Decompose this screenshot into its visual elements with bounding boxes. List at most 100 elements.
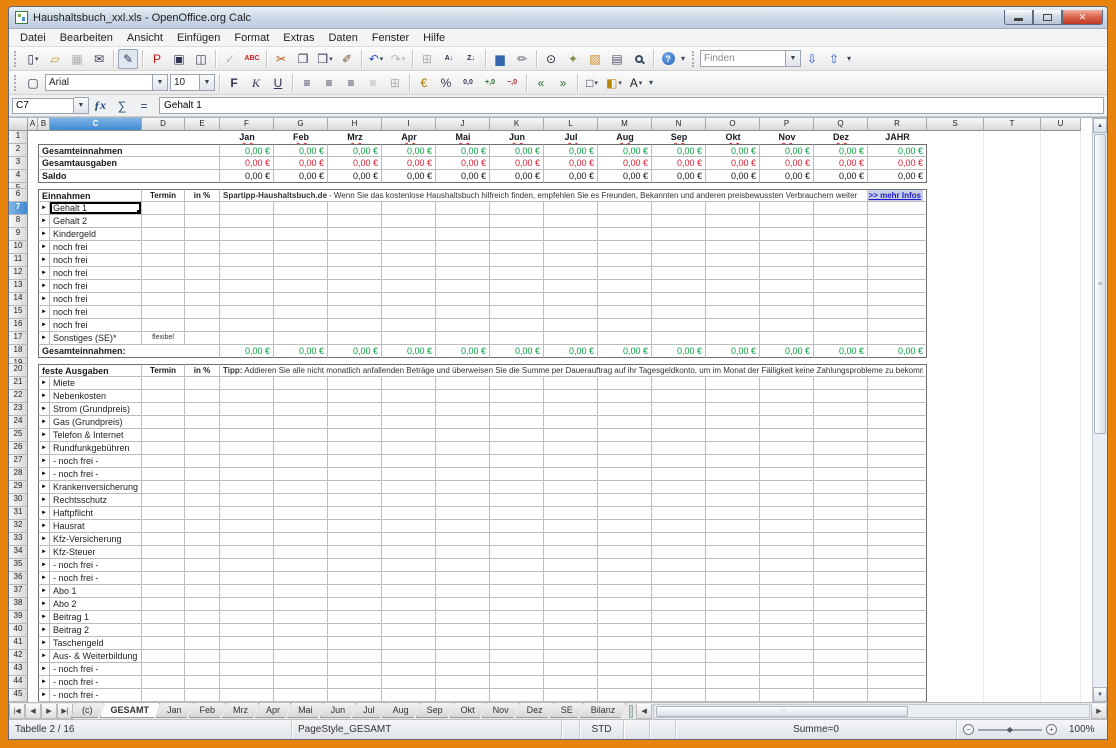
- row-header-30[interactable]: 30: [9, 494, 28, 507]
- cell-P4[interactable]: 0,00 €: [760, 170, 814, 183]
- cell-B45[interactable]: ►: [38, 689, 50, 702]
- cell-J38[interactable]: [436, 598, 490, 611]
- menu-item-datei[interactable]: Datei: [13, 30, 53, 46]
- cell-B13[interactable]: ►: [38, 280, 50, 293]
- cell-T30[interactable]: [984, 494, 1041, 507]
- cell-S18[interactable]: [927, 345, 984, 358]
- cell-G2[interactable]: 0,00 €: [274, 144, 328, 157]
- cell-D23[interactable]: [142, 403, 185, 416]
- cell-G33[interactable]: [274, 533, 328, 546]
- cell-K17[interactable]: [490, 332, 544, 345]
- row-header-15[interactable]: 15: [9, 306, 28, 319]
- cell-G18[interactable]: 0,00 €: [274, 345, 328, 358]
- cell-L30[interactable]: [544, 494, 598, 507]
- cell-O38[interactable]: [706, 598, 760, 611]
- cell-Q35[interactable]: [814, 559, 868, 572]
- cell-P21[interactable]: [760, 377, 814, 390]
- cell-S39[interactable]: [927, 611, 984, 624]
- cell-R32[interactable]: [868, 520, 927, 533]
- cell-F32[interactable]: [220, 520, 274, 533]
- cell-C15[interactable]: noch frei: [50, 306, 142, 319]
- cell-R28[interactable]: [868, 468, 927, 481]
- cell-A4[interactable]: [28, 170, 38, 183]
- cell-O30[interactable]: [706, 494, 760, 507]
- align-left-icon[interactable]: ≡: [297, 73, 317, 93]
- toolbar-options-icon[interactable]: ▾: [681, 57, 685, 61]
- cell-S7[interactable]: [927, 202, 984, 215]
- cell-C29[interactable]: Krankenversicherung: [50, 481, 142, 494]
- cell-D13[interactable]: [142, 280, 185, 293]
- cell-C26[interactable]: Rundfunkgebühren: [50, 442, 142, 455]
- cell-T23[interactable]: [984, 403, 1041, 416]
- cell-M3[interactable]: 0,00 €: [598, 157, 652, 170]
- cell-R23[interactable]: [868, 403, 927, 416]
- zoom-out-icon[interactable]: −: [963, 724, 974, 735]
- cell-P23[interactable]: [760, 403, 814, 416]
- cell-A38[interactable]: [28, 598, 38, 611]
- cell-A11[interactable]: [28, 254, 38, 267]
- cell-N38[interactable]: [652, 598, 706, 611]
- cell-U30[interactable]: [1041, 494, 1081, 507]
- cell-U35[interactable]: [1041, 559, 1081, 572]
- cell-U44[interactable]: [1041, 676, 1081, 689]
- row-header-11[interactable]: 11: [9, 254, 28, 267]
- cell-Q24[interactable]: [814, 416, 868, 429]
- cell-F2[interactable]: 0,00 €: [220, 144, 274, 157]
- cell-B1[interactable]: [38, 131, 50, 144]
- cell-M35[interactable]: [598, 559, 652, 572]
- hscroll-left-icon[interactable]: ◀: [636, 704, 652, 719]
- cell-Q25[interactable]: [814, 429, 868, 442]
- cell-O29[interactable]: [706, 481, 760, 494]
- cell-U18[interactable]: [1041, 345, 1081, 358]
- cell-I1[interactable]: Apr: [382, 131, 436, 144]
- cell-R36[interactable]: [868, 572, 927, 585]
- cell-M14[interactable]: [598, 293, 652, 306]
- font-size-combo[interactable]: [170, 74, 200, 91]
- horizontal-scrollbar[interactable]: ⋯: [653, 704, 1090, 718]
- row-header-10[interactable]: 10: [9, 241, 28, 254]
- cell-Q38[interactable]: [814, 598, 868, 611]
- cell-B34[interactable]: ►: [38, 546, 50, 559]
- previous-sheet-button[interactable]: ◀: [25, 704, 41, 719]
- row-header-27[interactable]: 27: [9, 455, 28, 468]
- function-wizard-icon[interactable]: ƒx: [90, 97, 110, 115]
- next-sheet-button[interactable]: ▶: [41, 704, 57, 719]
- cell-Q33[interactable]: [814, 533, 868, 546]
- cell-F18[interactable]: 0,00 €: [220, 345, 274, 358]
- cell-B40[interactable]: ►: [38, 624, 50, 637]
- cell-K32[interactable]: [490, 520, 544, 533]
- cell-M1[interactable]: Aug: [598, 131, 652, 144]
- cell-H18[interactable]: 0,00 €: [328, 345, 382, 358]
- edit-mode-icon[interactable]: ✎: [118, 49, 138, 69]
- cell-U22[interactable]: [1041, 390, 1081, 403]
- cell-S38[interactable]: [927, 598, 984, 611]
- cell-E12[interactable]: [185, 267, 220, 280]
- cell-T32[interactable]: [984, 520, 1041, 533]
- toolbar-drag-handle[interactable]: [14, 51, 19, 67]
- cell-B30[interactable]: ►: [38, 494, 50, 507]
- cell-I38[interactable]: [382, 598, 436, 611]
- cell-N32[interactable]: [652, 520, 706, 533]
- cell-J12[interactable]: [436, 267, 490, 280]
- select-all-corner[interactable]: [9, 118, 28, 131]
- cell-R14[interactable]: [868, 293, 927, 306]
- cell-F31[interactable]: [220, 507, 274, 520]
- cell-C40[interactable]: Beitrag 2: [50, 624, 142, 637]
- cell-L27[interactable]: [544, 455, 598, 468]
- cell-M12[interactable]: [598, 267, 652, 280]
- row-header-13[interactable]: 13: [9, 280, 28, 293]
- cell-N43[interactable]: [652, 663, 706, 676]
- cell-C11[interactable]: noch frei: [50, 254, 142, 267]
- cell-P28[interactable]: [760, 468, 814, 481]
- cell-G22[interactable]: [274, 390, 328, 403]
- cell-I25[interactable]: [382, 429, 436, 442]
- cell-F22[interactable]: [220, 390, 274, 403]
- cell-F23[interactable]: [220, 403, 274, 416]
- cell-D27[interactable]: [142, 455, 185, 468]
- cell-E25[interactable]: [185, 429, 220, 442]
- cell-S35[interactable]: [927, 559, 984, 572]
- cell-B26[interactable]: ►: [38, 442, 50, 455]
- formula-input[interactable]: [159, 97, 1104, 114]
- cell-G14[interactable]: [274, 293, 328, 306]
- name-box-dropdown-icon[interactable]: ▼: [74, 97, 89, 114]
